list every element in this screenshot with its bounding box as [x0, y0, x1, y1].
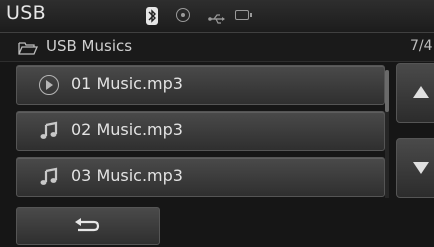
page-counter: 7/4 — [410, 38, 433, 54]
track-label: 02 Music.mp3 — [71, 120, 183, 139]
bluetooth-icon — [146, 7, 158, 25]
scrollbar-thumb[interactable] — [385, 70, 389, 112]
list-item-track-02[interactable]: 02 Music.mp3 — [16, 111, 385, 151]
status-bar: USB — [0, 0, 434, 33]
folder-path-bar: USB Musics 7/4 — [0, 33, 434, 62]
battery-icon — [235, 10, 252, 20]
return-arrow-icon — [74, 218, 100, 238]
usb-music-screen: USB USB Musics 7/4 01 Music.mp3 02 Music… — [0, 0, 434, 247]
triangle-up-icon — [413, 86, 429, 98]
play-circle-icon — [39, 75, 59, 95]
list-item-track-03[interactable]: 03 Music.mp3 — [16, 157, 385, 197]
folder-name: USB Musics — [46, 37, 133, 55]
scroll-down-button[interactable] — [396, 138, 434, 198]
disc-icon — [176, 8, 190, 22]
screen-title: USB — [6, 2, 46, 24]
track-label: 03 Music.mp3 — [71, 166, 183, 185]
music-note-icon — [39, 121, 59, 145]
track-label: 01 Music.mp3 — [71, 74, 183, 93]
usb-icon — [208, 9, 226, 28]
music-note-icon — [39, 167, 59, 191]
triangle-down-icon — [413, 162, 429, 174]
list-item-track-01[interactable]: 01 Music.mp3 — [16, 65, 385, 105]
folder-open-icon — [18, 40, 38, 59]
scroll-up-button[interactable] — [396, 63, 434, 123]
back-button[interactable] — [16, 207, 160, 245]
